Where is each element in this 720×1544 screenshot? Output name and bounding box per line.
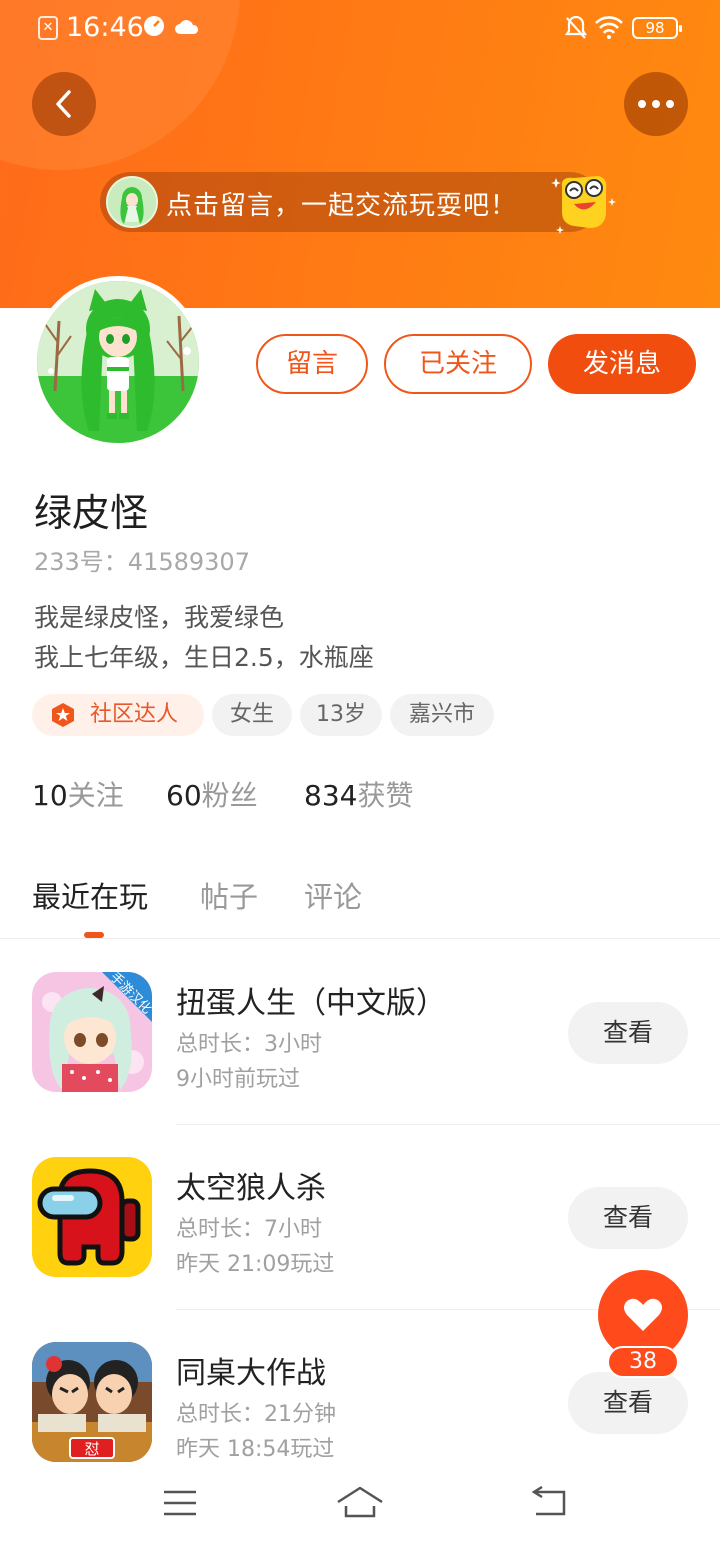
menu-icon[interactable] — [162, 1488, 198, 1518]
tag-label: 社区达人 — [90, 702, 179, 727]
following-label: 关注 — [67, 779, 124, 812]
game-duration: 总时长：3小时 — [176, 1032, 322, 1057]
game-icon: 手游汉化 — [32, 972, 152, 1092]
status-bar: ✕ 16:46 98 — [0, 0, 720, 56]
banner-text: 点击留言，一起交流玩耍吧！ — [166, 191, 518, 221]
cloud-icon — [175, 20, 199, 34]
row-divider — [176, 1124, 720, 1125]
wifi-icon — [595, 16, 623, 39]
heart-icon — [624, 1298, 662, 1331]
user-avatar[interactable] — [32, 276, 204, 448]
game-duration: 总时长：7小时 — [176, 1217, 322, 1242]
home-icon[interactable] — [336, 1484, 384, 1520]
game-duration: 总时长：21分钟 — [176, 1402, 336, 1427]
view-button[interactable]: 查看 — [568, 1187, 688, 1249]
leave-message-button[interactable]: 留言 — [256, 334, 368, 394]
view-button[interactable]: 查看 — [568, 1002, 688, 1064]
fans-count: 60 — [166, 779, 202, 812]
game-icon: 怼 — [32, 1342, 152, 1462]
game-last-played: 昨天 21:09玩过 — [176, 1252, 335, 1277]
game-title: 同桌大作战 — [176, 1356, 326, 1391]
bio-line-1: 我是绿皮怪，我爱绿色 — [34, 603, 285, 632]
fans-label: 粉丝 — [201, 779, 258, 812]
profile-header: ✕ 16:46 98 点击留言，一起交流玩耍吧！ — [0, 0, 720, 308]
expert-badge-icon — [52, 703, 74, 727]
chevron-left-icon — [56, 90, 71, 118]
game-last-played: 9小时前玩过 — [176, 1067, 300, 1092]
user-name: 绿皮怪 — [34, 491, 149, 535]
like-count-badge: 38 — [607, 1346, 679, 1378]
back-button[interactable] — [32, 72, 96, 136]
following-count: 10 — [32, 779, 68, 812]
tag-community-expert[interactable]: 社区达人 — [32, 694, 204, 736]
tab-comments[interactable]: 评论 — [304, 874, 362, 916]
stat-likes: 834获赞 — [304, 774, 413, 814]
game-title: 扭蛋人生（中文版） — [176, 986, 446, 1021]
more-dots-icon — [638, 100, 674, 108]
likes-label: 获赞 — [357, 779, 414, 812]
back-nav-icon[interactable] — [528, 1486, 568, 1518]
tag-gender: 女生 — [212, 694, 292, 736]
tag-age: 13岁 — [300, 694, 382, 736]
user-id: 233号：41589307 — [34, 548, 250, 576]
laughing-emoji-icon — [551, 176, 616, 234]
game-icon — [32, 1157, 152, 1277]
more-button[interactable] — [624, 72, 688, 136]
sim-icon: ✕ — [38, 16, 58, 40]
battery-indicator: 98 — [632, 17, 682, 39]
send-message-button[interactable]: 发消息 — [548, 334, 696, 394]
system-nav-bar — [0, 1466, 720, 1544]
tab-posts[interactable]: 帖子 — [200, 874, 258, 916]
game-last-played: 昨天 18:54玩过 — [176, 1437, 335, 1462]
navigation-icon — [144, 16, 164, 36]
banner-avatar — [106, 176, 158, 228]
mute-bell-icon — [564, 15, 588, 39]
game-title: 太空狼人杀 — [176, 1171, 326, 1206]
stat-fans[interactable]: 60粉丝 — [166, 774, 258, 814]
view-button[interactable]: 查看 — [568, 1372, 688, 1434]
status-time: 16:46 — [66, 12, 144, 43]
likes-count: 834 — [304, 779, 358, 812]
bio-line-2: 我上七年级，生日2.5，水瓶座 — [34, 643, 374, 672]
followed-button[interactable]: 已关注 — [384, 334, 532, 394]
tab-recently-played[interactable]: 最近在玩 — [32, 874, 148, 916]
stat-following[interactable]: 10关注 — [32, 774, 124, 814]
leave-message-banner[interactable]: 点击留言，一起交流玩耍吧！ — [100, 172, 600, 232]
tab-divider — [0, 938, 720, 939]
icon-badge-text: 怼 — [84, 1440, 99, 1458]
tag-city: 嘉兴市 — [390, 694, 494, 736]
game-row[interactable]: 手游汉化 扭蛋人生（中文版） 总时长：3小时 9小时前玩过 查看 — [0, 972, 720, 1157]
